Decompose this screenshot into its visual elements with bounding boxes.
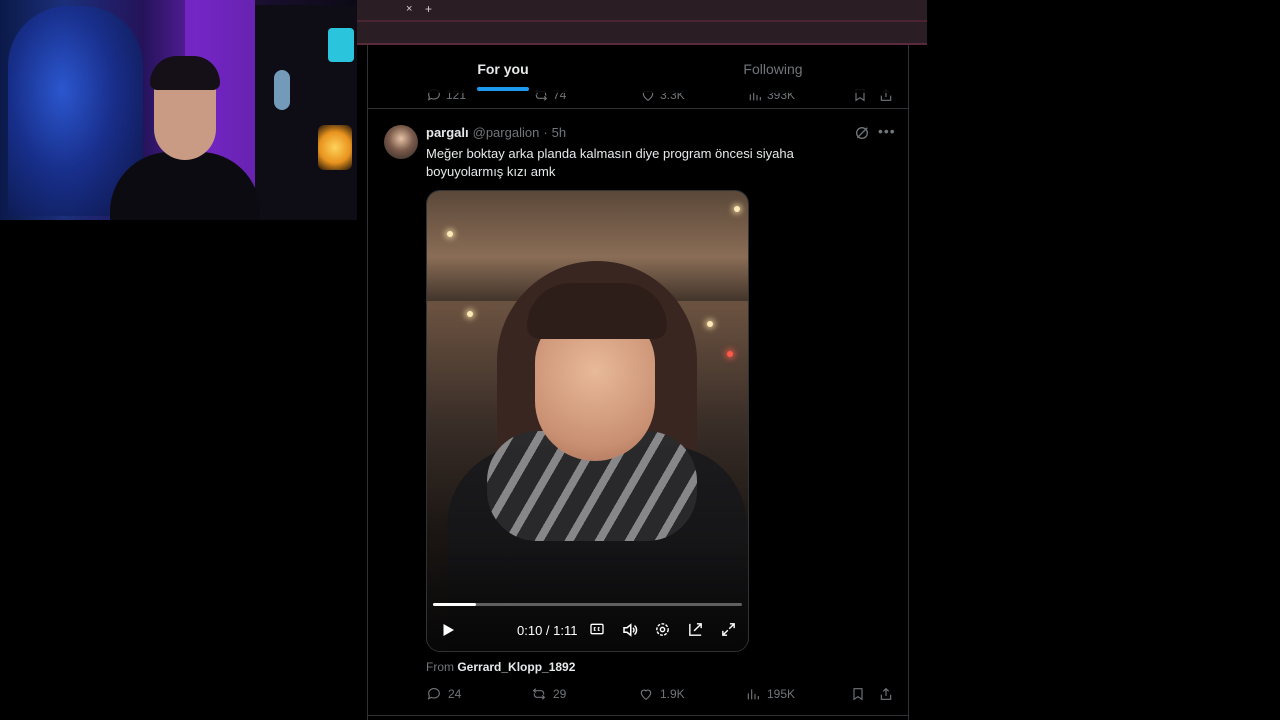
webcam-neon-sign [328, 28, 354, 62]
browser-tab[interactable]: × [357, 0, 417, 20]
timeline-tabs: For you Following [368, 45, 908, 93]
heart-icon [640, 689, 652, 701]
tab-for-you-label: For you [477, 61, 529, 77]
bookmark-button[interactable] [850, 686, 866, 702]
reply-count: 24 [448, 687, 462, 701]
video-frame-light [467, 311, 473, 317]
webcam-candle-light [318, 125, 352, 170]
play-icon[interactable] [439, 621, 457, 639]
author-handle[interactable]: @pargalion [473, 125, 540, 140]
browser-tab-strip: × + [357, 0, 927, 45]
post-divider [368, 108, 908, 109]
bookmark-icon [853, 688, 863, 701]
post-time[interactable]: 5h [552, 125, 566, 140]
more-options-icon[interactable]: ••• [878, 123, 896, 139]
reply-icon [427, 688, 440, 700]
video-frame-light [734, 206, 740, 212]
tab-close-icon[interactable]: × [406, 3, 412, 15]
volume-icon[interactable] [621, 621, 639, 639]
repost-count: 29 [553, 687, 567, 701]
post-text: Meğer boktay arka planda kalmasın diye p… [426, 146, 794, 179]
video-frame-light [727, 351, 733, 357]
views-button[interactable]: 195K [745, 686, 795, 702]
webcam-lamp [274, 70, 290, 110]
from-user-link[interactable]: Gerrard_Klopp_1892 [457, 660, 575, 674]
post-actions: 24 29 1.9K 195K [426, 686, 908, 704]
video-frame-light [707, 321, 713, 327]
like-button[interactable]: 1.9K [638, 686, 685, 702]
avatar[interactable] [384, 125, 418, 159]
reply-button[interactable]: 24 [426, 686, 461, 702]
post-divider [368, 715, 908, 716]
captions-icon[interactable] [589, 621, 605, 637]
author-name[interactable]: pargalı [426, 125, 469, 140]
video-frame-light [447, 231, 453, 237]
header-separator: · [543, 125, 548, 140]
repost-button[interactable]: 29 [531, 686, 566, 702]
repost-icon [532, 688, 546, 700]
active-tab-indicator [477, 87, 529, 91]
from-label: From [426, 660, 454, 674]
webcam-overlay [0, 0, 357, 220]
timeline-feed: 121 74 3.3K 393K For you Following parga… [367, 45, 909, 720]
settings-gear-icon[interactable] [654, 621, 671, 638]
grok-icon[interactable] [854, 125, 870, 141]
video-controls: 0:10 / 1:11 [427, 619, 748, 643]
share-button[interactable] [878, 686, 894, 702]
picture-in-picture-icon[interactable] [687, 621, 704, 638]
video-frame-subject-bangs [527, 283, 667, 339]
tab-following[interactable]: Following [638, 45, 908, 93]
video-player[interactable]: 0:10 / 1:11 [426, 190, 749, 652]
views-icon [747, 689, 759, 700]
video-progress-fill [433, 603, 477, 606]
new-tab-button[interactable]: + [425, 2, 432, 16]
views-count: 195K [767, 687, 796, 701]
toolbar-divider [357, 20, 927, 22]
fullscreen-icon[interactable] [720, 621, 737, 638]
video-time-readout: 0:10 / 1:11 [517, 623, 578, 638]
post-header: pargalı @pargalion · 5h [426, 125, 566, 140]
tab-following-label: Following [743, 61, 803, 77]
webcam-streamer [110, 56, 260, 220]
video-source-attribution: From Gerrard_Klopp_1892 [426, 660, 575, 674]
share-icon [880, 687, 892, 700]
like-count: 1.9K [660, 687, 685, 701]
tab-for-you[interactable]: For you [368, 45, 638, 93]
video-progress-bar[interactable] [433, 603, 742, 606]
